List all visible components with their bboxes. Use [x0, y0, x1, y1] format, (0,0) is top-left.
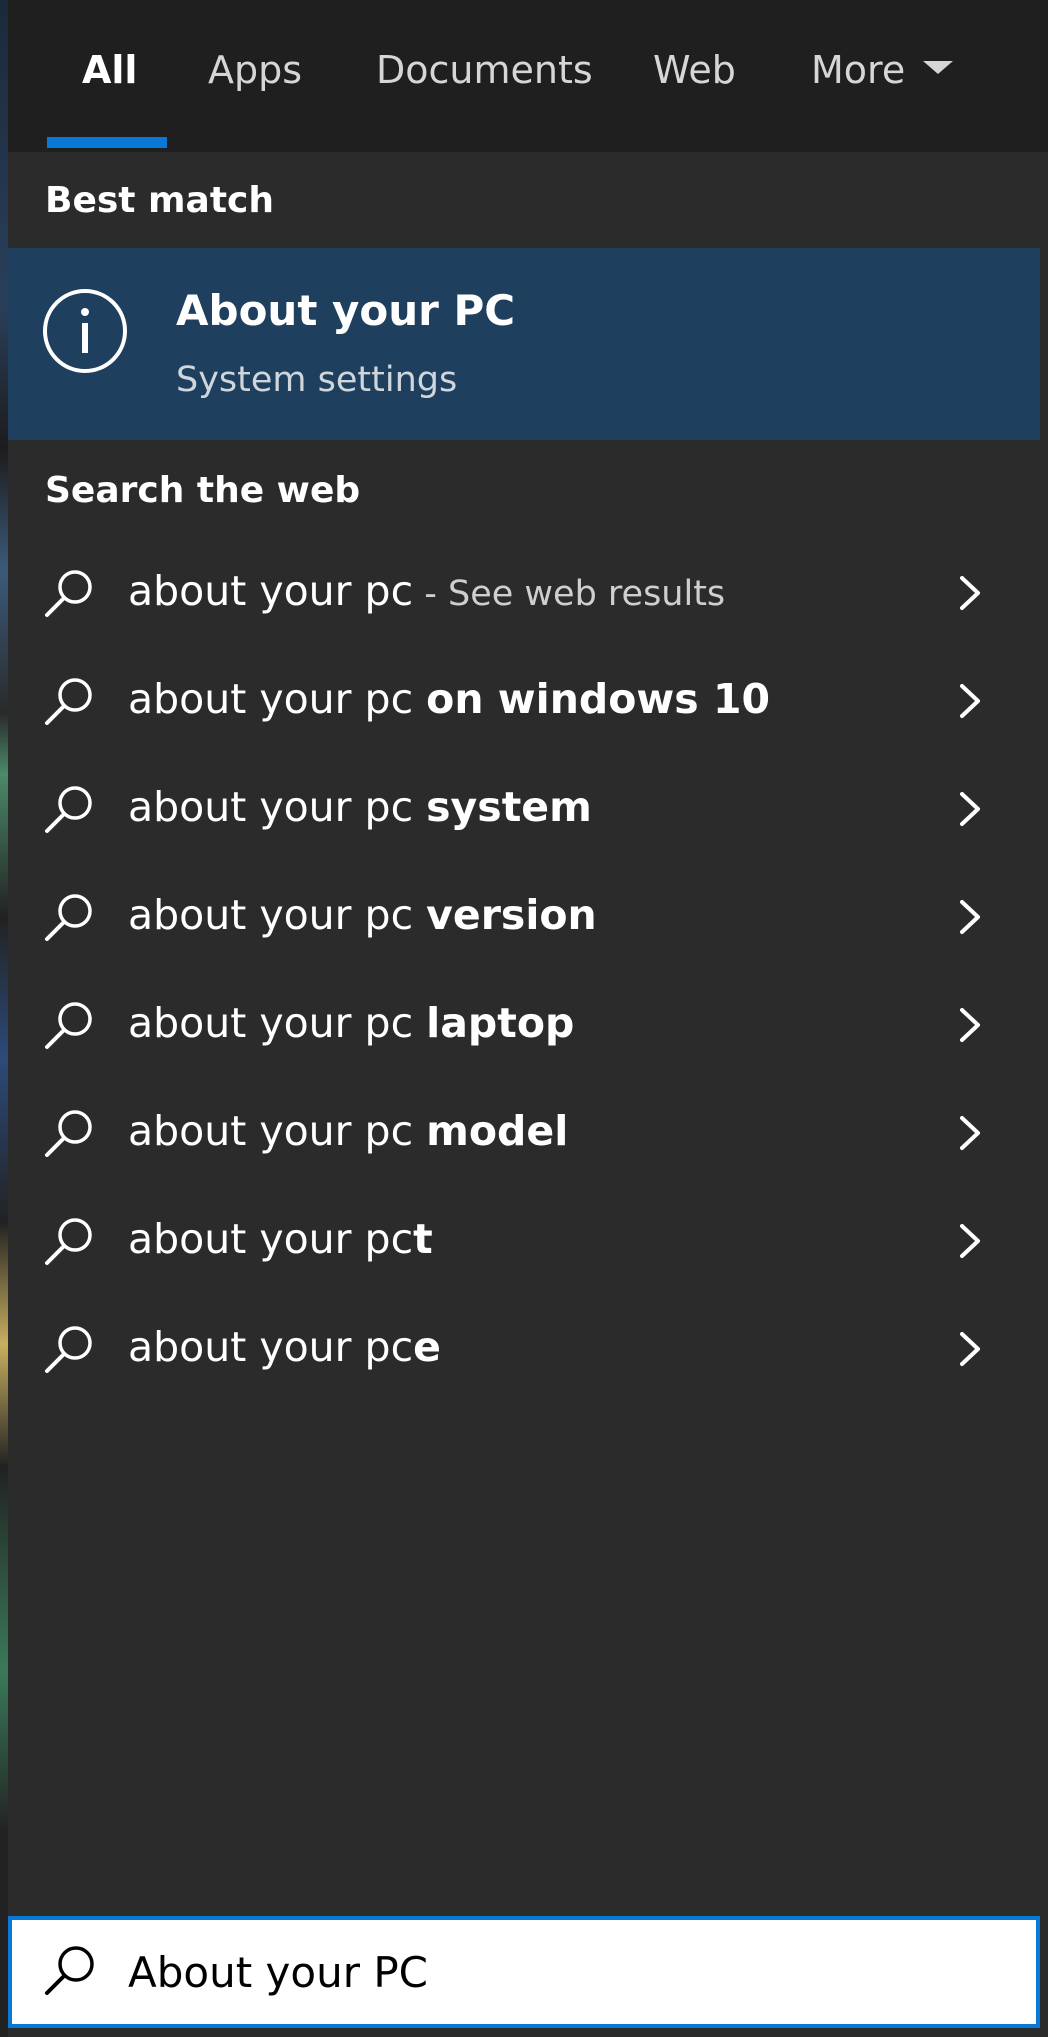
suggestion-completion: system [426, 783, 592, 831]
chevron-right-icon [960, 1332, 980, 1366]
tab-bar: All Apps Documents Web More [8, 0, 1048, 152]
chevron-right-icon [960, 576, 980, 610]
suggestion-hint: - See web results [413, 574, 726, 614]
web-suggestion-text: about your pc laptop [128, 999, 574, 1047]
chevron-right-icon [960, 1008, 980, 1042]
suggestion-completion: t [413, 1215, 433, 1263]
suggestion-prefix: about your pc [128, 783, 427, 831]
web-suggestion-item[interactable]: about your pct [8, 1188, 1040, 1296]
search-box[interactable] [8, 1916, 1040, 2028]
web-suggestion-text: about your pc on windows 10 [128, 675, 770, 723]
search-icon [45, 1218, 92, 1265]
caret-down-icon [923, 61, 954, 74]
best-match-header: Best match [45, 180, 275, 221]
chevron-right-icon [960, 900, 980, 934]
best-match-subtitle: System settings [176, 360, 458, 400]
suggestion-completion: model [426, 1107, 569, 1155]
suggestion-prefix: about your pc [128, 1323, 414, 1371]
active-tab-indicator [47, 137, 167, 148]
web-suggestion-text: about your pc system [128, 783, 592, 831]
desktop-background-strip [0, 0, 8, 2037]
suggestion-completion: version [426, 891, 597, 939]
tab-apps[interactable]: Apps [208, 48, 302, 92]
search-icon [45, 894, 92, 941]
chevron-right-icon [960, 792, 980, 826]
search-icon [45, 1946, 94, 1995]
web-suggestion-item[interactable]: about your pc system [8, 756, 1040, 864]
tab-web[interactable]: Web [653, 48, 736, 92]
search-icon [45, 1110, 92, 1157]
search-panel: All Apps Documents Web More Best match A… [8, 0, 1048, 2037]
web-suggestion-text: about your pc model [128, 1107, 568, 1155]
web-suggestion-item[interactable]: about your pce [8, 1296, 1040, 1404]
suggestion-completion: laptop [426, 999, 575, 1047]
tab-documents[interactable]: Documents [376, 48, 593, 92]
search-the-web-header: Search the web [45, 470, 361, 511]
web-suggestion-item[interactable]: about your pc - See web results [8, 540, 1040, 648]
search-icon [45, 1326, 92, 1373]
search-icon [45, 1002, 92, 1049]
best-match-result[interactable]: About your PC System settings [8, 248, 1040, 440]
search-icon [45, 786, 92, 833]
search-input[interactable] [128, 1937, 1008, 2007]
suggestion-completion: on windows 10 [426, 675, 771, 723]
search-icon [45, 678, 92, 725]
tab-more[interactable]: More [811, 48, 954, 92]
web-suggestion-text: about your pc version [128, 891, 597, 939]
web-suggestion-item[interactable]: about your pc version [8, 864, 1040, 972]
chevron-right-icon [960, 1116, 980, 1150]
web-suggestion-item[interactable]: about your pc model [8, 1080, 1040, 1188]
suggestion-prefix: about your pc [128, 891, 427, 939]
suggestion-prefix: about your pc [128, 675, 427, 723]
web-suggestion-text: about your pct [128, 1215, 433, 1263]
web-suggestion-item[interactable]: about your pc laptop [8, 972, 1040, 1080]
chevron-right-icon [960, 684, 980, 718]
search-icon [45, 570, 92, 617]
web-suggestion-text: about your pc - See web results [128, 567, 725, 615]
web-suggestion-item[interactable]: about your pc on windows 10 [8, 648, 1040, 756]
chevron-right-icon [960, 1224, 980, 1258]
suggestion-prefix: about your pc [128, 999, 427, 1047]
best-match-title: About your PC [176, 286, 516, 335]
suggestion-prefix: about your pc [128, 1215, 414, 1263]
tab-all[interactable]: All [82, 48, 137, 92]
tab-more-label: More [811, 48, 906, 92]
suggestion-prefix: about your pc [128, 567, 414, 615]
web-suggestion-text: about your pce [128, 1323, 441, 1371]
suggestion-prefix: about your pc [128, 1107, 427, 1155]
info-icon [43, 289, 127, 373]
suggestion-completion: e [413, 1323, 441, 1371]
